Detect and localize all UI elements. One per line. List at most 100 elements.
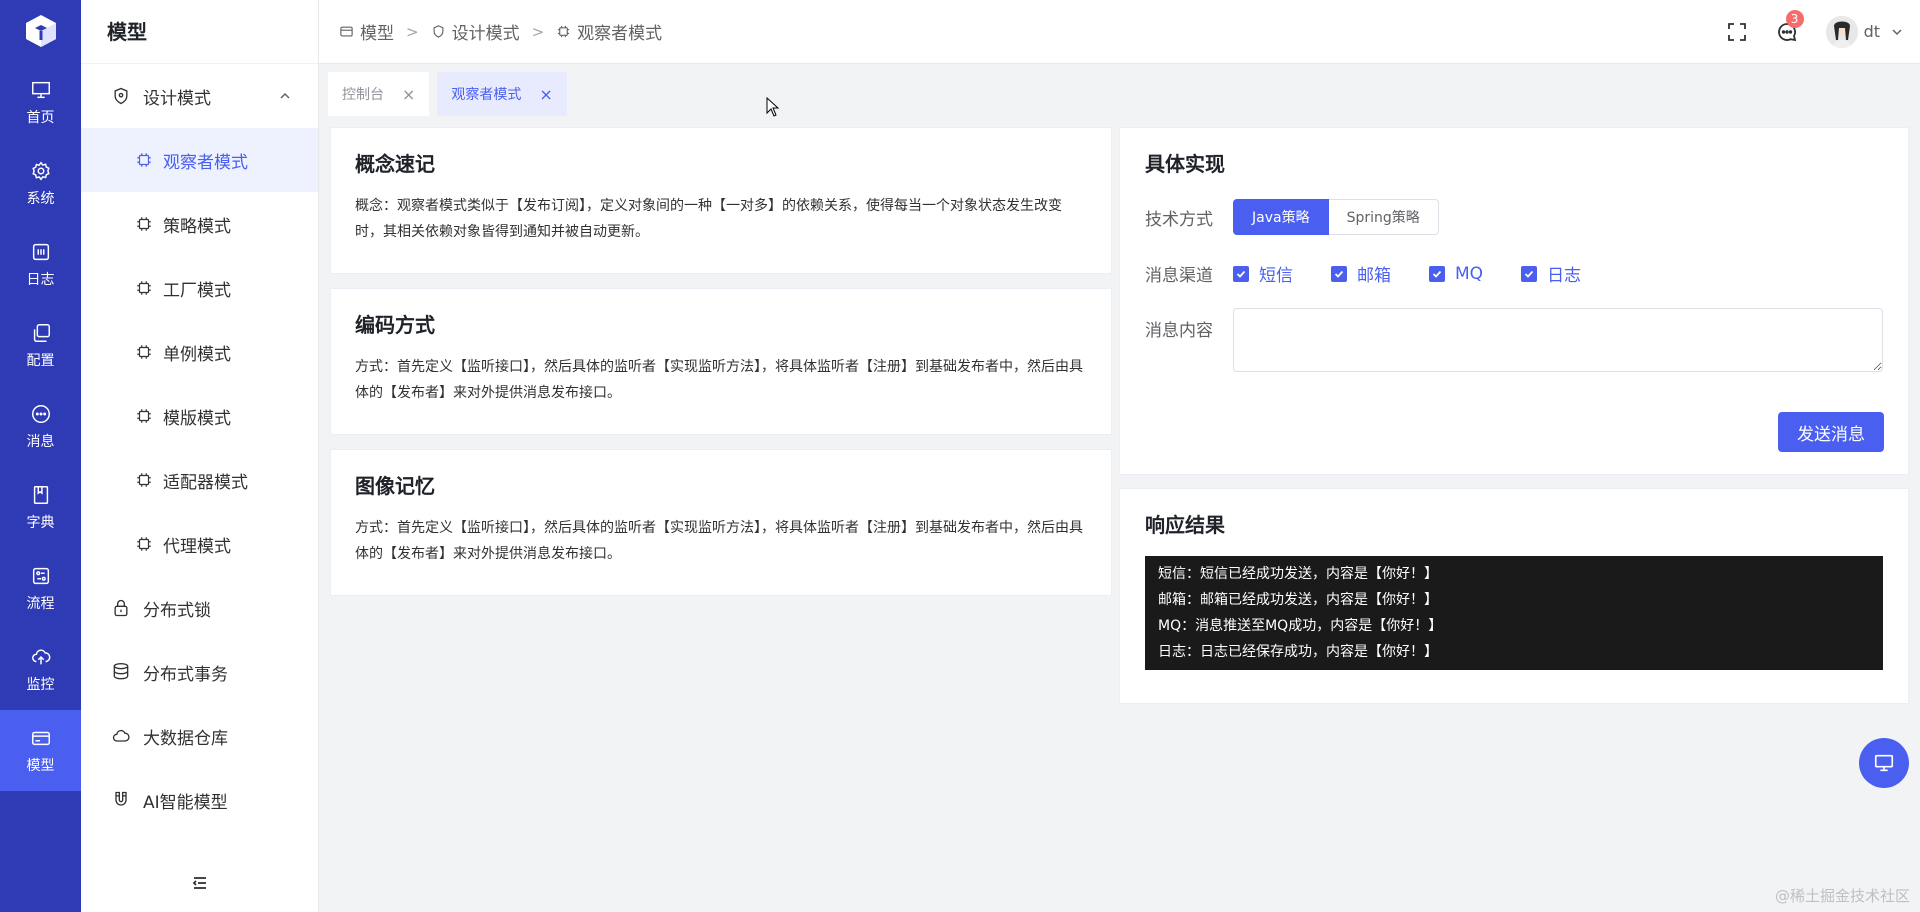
menu-item-factory[interactable]: 工厂模式	[81, 256, 318, 320]
checkbox-email[interactable]: 邮箱	[1331, 261, 1391, 286]
menu-item-singleton[interactable]: 单例模式	[81, 320, 318, 384]
breadcrumb-item-model[interactable]: 模型	[339, 19, 394, 44]
floating-screen-button[interactable]	[1859, 738, 1909, 788]
menu-group-big-data[interactable]: 大数据仓库	[81, 704, 318, 768]
card-text: 方式：首先定义【监听接口】，然后具体的监听者【实现监听方法】，将具体监听者【注册…	[355, 359, 1083, 401]
rail-item-label: 消息	[26, 433, 55, 450]
flow-icon	[32, 567, 49, 584]
checkbox-label: 短信	[1259, 266, 1293, 286]
chip-icon	[137, 409, 151, 423]
monitor-icon	[1874, 754, 1894, 772]
monitor-icon	[31, 81, 50, 98]
tab-label: 观察者模式	[451, 87, 522, 103]
card-title: 响应结果	[1145, 513, 1225, 537]
card-icon	[340, 26, 353, 37]
breadcrumb-label: 设计模式	[451, 24, 520, 44]
menu-item-adapter[interactable]: 适配器模式	[81, 448, 318, 512]
avatar[interactable]	[1825, 15, 1858, 48]
app-logo[interactable]	[0, 0, 81, 62]
notification-button[interactable]: 3	[1776, 9, 1804, 43]
fullscreen-icon[interactable]	[1726, 21, 1748, 43]
tab-console[interactable]: 控制台 ×	[328, 72, 430, 116]
content-label: 消息内容	[1145, 321, 1213, 341]
menu-group-label: 大数据仓库	[143, 728, 228, 749]
close-icon[interactable]: ×	[539, 85, 552, 104]
shield-icon	[114, 87, 128, 105]
result-line: MQ：消息推送至MQ成功，内容是【你好！】	[1158, 618, 1443, 634]
rail-item-label: 日志	[26, 271, 55, 288]
send-message-button[interactable]: 发送消息	[1778, 412, 1884, 452]
menu-group-label: 分布式锁	[143, 600, 211, 621]
top-header: 模型 > 设计模式 > 观察者模式 3 dt	[319, 0, 1920, 64]
menu-group-distributed-transaction[interactable]: 分布式事务	[81, 640, 318, 704]
rail-item-flow[interactable]: 流程	[0, 548, 81, 629]
page-tabs: 控制台 × 观察者模式 ×	[319, 72, 575, 116]
cloud-upload-icon	[31, 648, 50, 664]
chip-icon	[137, 153, 151, 167]
checkbox-mq[interactable]: MQ	[1429, 264, 1483, 284]
menu-group-design-patterns[interactable]: 设计模式	[81, 64, 318, 128]
checkbox-sms[interactable]: 短信	[1233, 261, 1293, 286]
menu-item-label: 代理模式	[163, 536, 231, 557]
rail-item-home[interactable]: 首页	[0, 62, 81, 143]
menu-group-label: AI智能模型	[143, 792, 228, 813]
channel-row: 消息渠道 短信 邮箱 MQ 日志	[1145, 261, 1883, 287]
breadcrumb-item-design[interactable]: 设计模式	[431, 19, 520, 44]
chat-icon	[31, 404, 50, 423]
menu-item-proxy[interactable]: 代理模式	[81, 512, 318, 576]
menu-item-label: 模版模式	[163, 408, 231, 429]
rail-item-monitor[interactable]: 监控	[0, 629, 81, 710]
breadcrumb-label: 观察者模式	[577, 24, 663, 44]
card-title: 图像记忆	[355, 474, 435, 498]
magnet-icon	[115, 791, 127, 806]
rail-item-label: 字典	[26, 514, 55, 531]
menu-item-label: 观察者模式	[163, 152, 248, 173]
message-content-textarea[interactable]	[1232, 308, 1883, 372]
card-title: 具体实现	[1145, 152, 1225, 176]
rail-item-dictionary[interactable]: 字典	[0, 467, 81, 548]
mouse-cursor-icon	[766, 97, 780, 117]
menu-group-ai-model[interactable]: AI智能模型	[81, 768, 318, 832]
card-title: 概念速记	[355, 152, 435, 176]
menu-item-template[interactable]: 模版模式	[81, 384, 318, 448]
chevron-down-icon[interactable]	[1890, 25, 1904, 39]
shield-icon	[433, 25, 444, 38]
book-icon	[33, 485, 48, 504]
tech-option-java[interactable]: Java策略	[1233, 199, 1329, 235]
rail-item-message[interactable]: 消息	[0, 386, 81, 467]
tab-observer[interactable]: 观察者模式 ×	[437, 72, 567, 116]
rail-item-config[interactable]: 配置	[0, 305, 81, 386]
menu-group-distributed-lock[interactable]: 分布式锁	[81, 576, 318, 640]
close-icon[interactable]: ×	[402, 85, 415, 104]
result-line: 邮箱：邮箱已经成功发送，内容是【你好！】	[1158, 592, 1438, 608]
card-title: 编码方式	[355, 313, 435, 337]
menu-group-label: 设计模式	[143, 88, 211, 109]
menu-item-label: 适配器模式	[163, 472, 248, 493]
menu-item-label: 工厂模式	[163, 280, 231, 301]
rail-item-label: 系统	[26, 190, 55, 207]
rail-item-model[interactable]: 模型	[0, 710, 81, 791]
tech-row: 技术方式 Java策略 Spring策略	[1145, 199, 1883, 235]
user-name[interactable]: dt	[1864, 22, 1880, 41]
menu-item-strategy[interactable]: 策略模式	[81, 192, 318, 256]
chip-icon	[137, 281, 151, 295]
menu-item-label: 策略模式	[163, 216, 231, 237]
card-coding: 编码方式 方式：首先定义【监听接口】，然后具体的监听者【实现监听方法】，将具体监…	[330, 288, 1112, 435]
menu-item-observer[interactable]: 观察者模式	[81, 128, 318, 192]
menu-item-label: 单例模式	[163, 344, 231, 365]
checkbox-checked-icon	[1233, 265, 1249, 282]
checkbox-label: MQ	[1455, 263, 1484, 284]
breadcrumb-separator: >	[406, 22, 419, 41]
rail-item-label: 首页	[26, 109, 55, 126]
checkbox-log[interactable]: 日志	[1521, 261, 1581, 286]
card-text: 方式：首先定义【监听接口】，然后具体的监听者【实现监听方法】，将具体监听者【注册…	[355, 520, 1083, 562]
copy-icon	[33, 323, 50, 342]
content-row: 消息内容	[1145, 308, 1883, 372]
rail-item-system[interactable]: 系统	[0, 143, 81, 224]
collapse-toggle[interactable]	[81, 874, 319, 892]
rail-item-log[interactable]: 日志	[0, 224, 81, 305]
lock-icon	[114, 599, 128, 617]
database-icon	[113, 663, 129, 680]
chevron-up-icon	[280, 92, 290, 99]
tech-option-spring[interactable]: Spring策略	[1328, 199, 1439, 235]
